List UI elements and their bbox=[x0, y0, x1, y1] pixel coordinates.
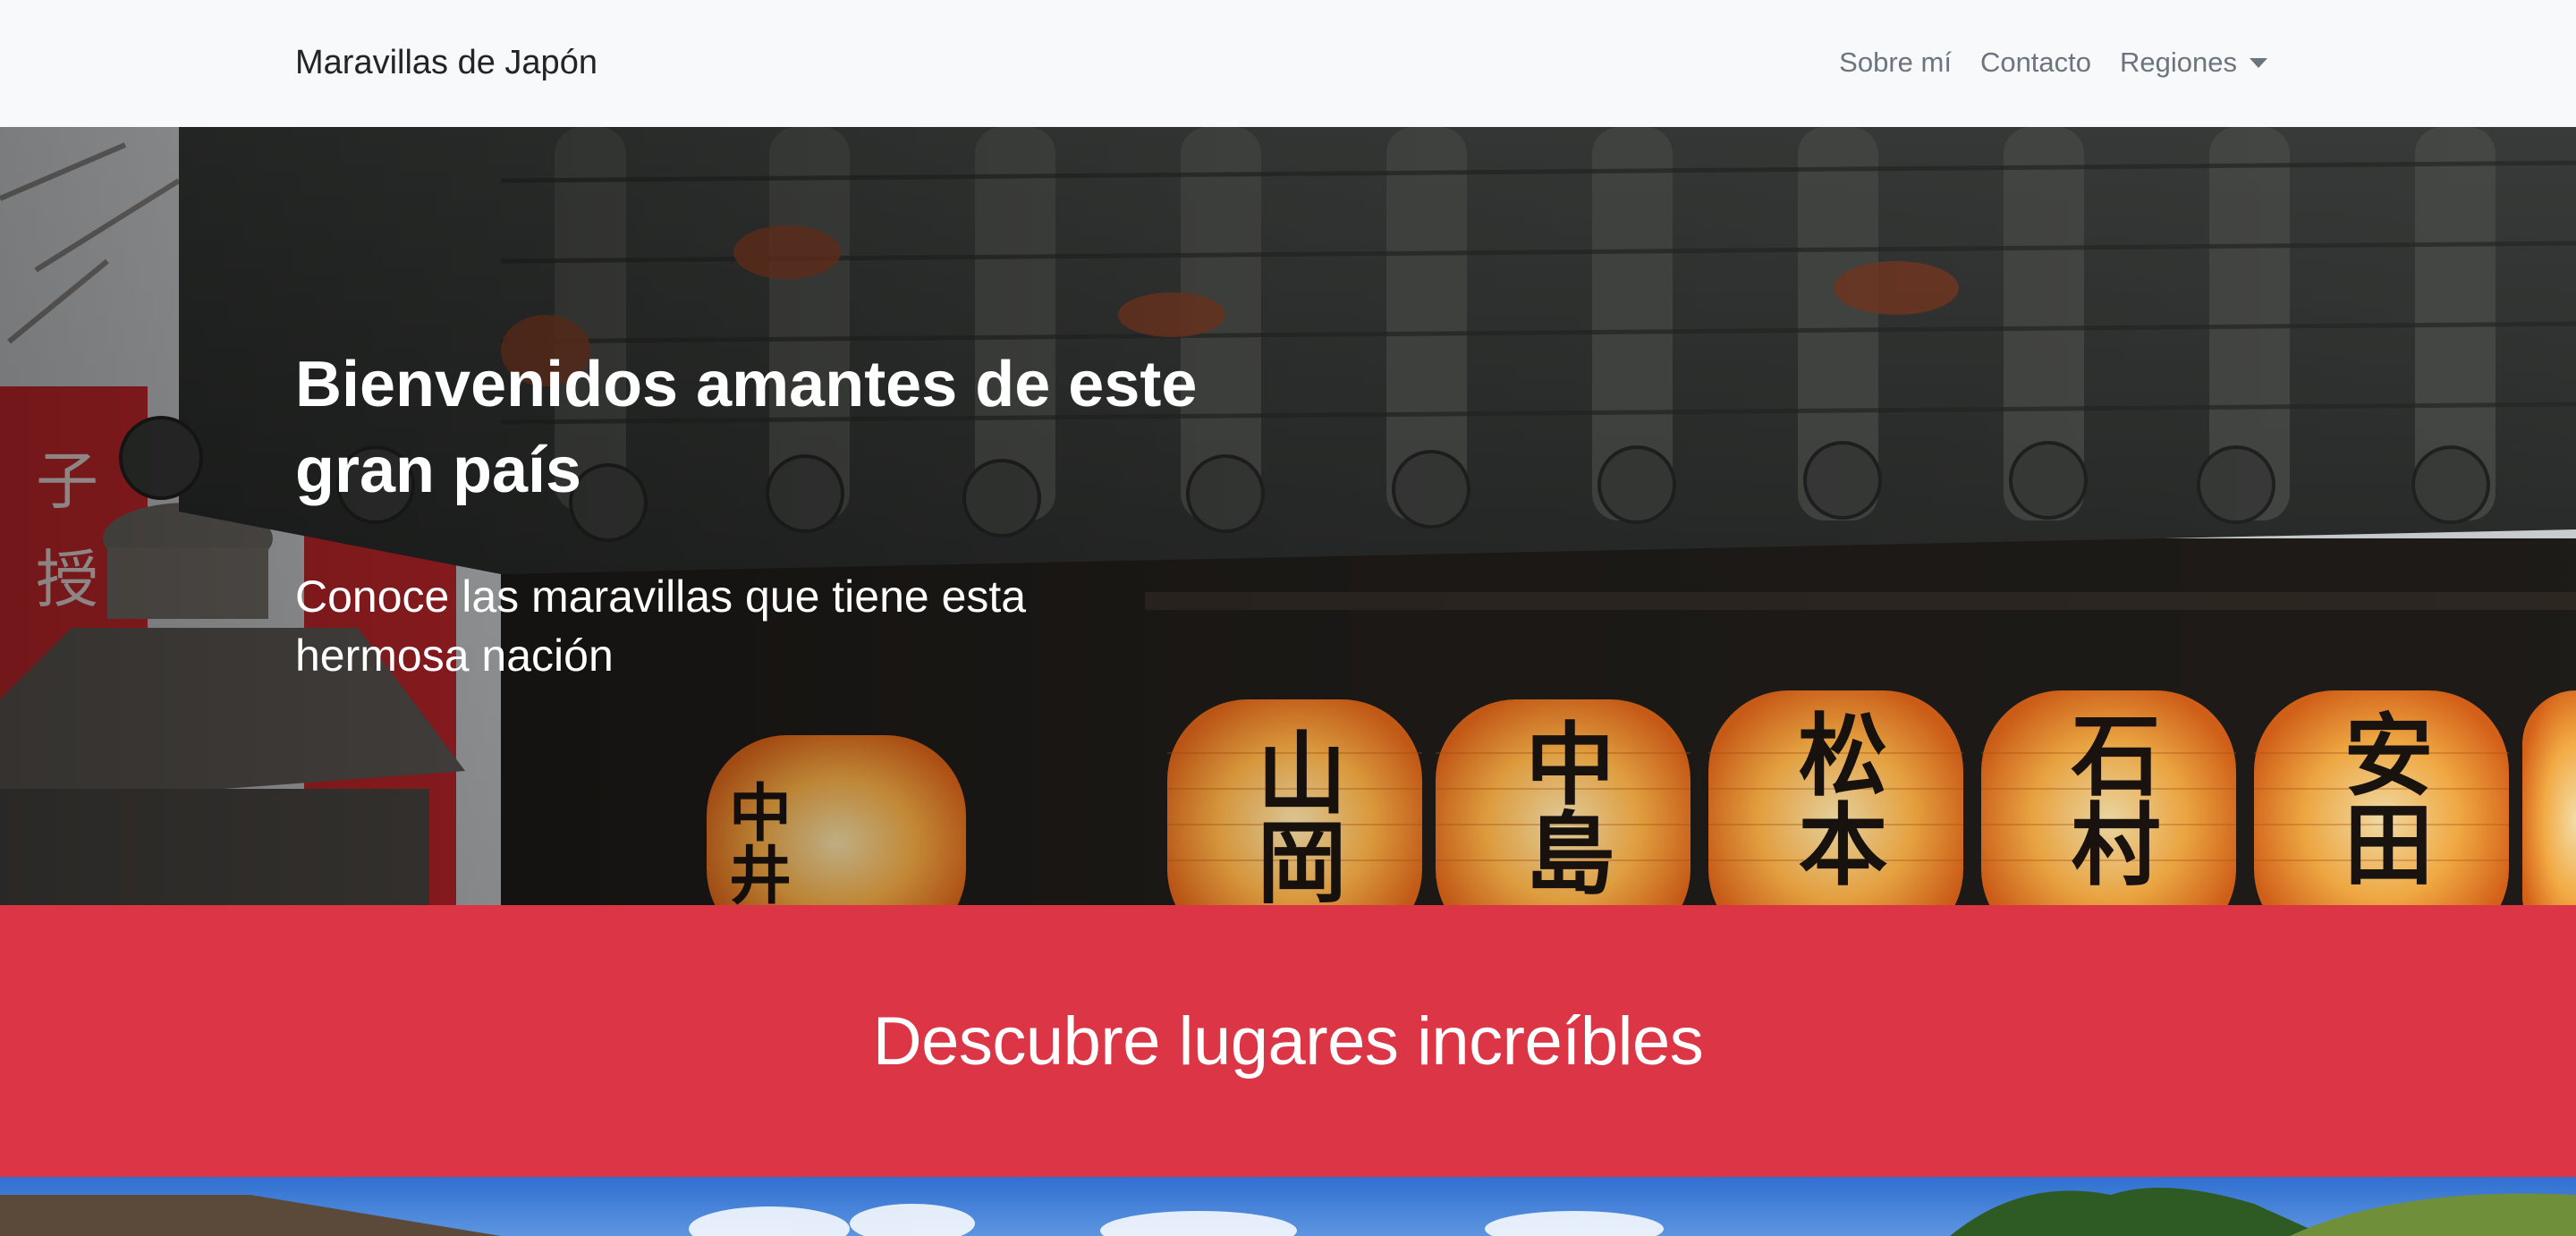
banner-title: Descubre lugares increíbles bbox=[872, 1003, 1704, 1079]
hero-subtitle: Conoce las maravillas que tiene esta her… bbox=[295, 571, 1027, 681]
hero-title: Bienvenidos amantes de este gran país bbox=[295, 349, 1198, 506]
navbar-brand[interactable]: Maravillas de Japón bbox=[295, 39, 597, 86]
landscape-image bbox=[0, 1177, 2576, 1236]
next-section-image bbox=[0, 1177, 2576, 1236]
nav-link-label: Contacto bbox=[1979, 47, 2092, 78]
nav-link-label: Sobre mí bbox=[1839, 47, 1952, 78]
nav-dropdown-regiones[interactable]: Regiones bbox=[2120, 47, 2267, 79]
nav-link-sobre-mi[interactable]: Sobre mí bbox=[1839, 47, 1952, 79]
chevron-down-icon bbox=[2250, 57, 2267, 68]
navbar: Maravillas de Japón Sobre mí Contacto Re… bbox=[0, 0, 2576, 127]
nav-link-contacto[interactable]: Contacto bbox=[1980, 47, 2091, 79]
discover-banner: Descubre lugares increíbles bbox=[0, 905, 2576, 1177]
nav-link-label: Regiones bbox=[2120, 47, 2237, 78]
nav-menu: Sobre mí Contacto Regiones bbox=[1839, 39, 2267, 86]
hero-text-block: Bienvenidos amantes de este gran país Co… bbox=[295, 342, 1324, 685]
hero-section: 子 授 bbox=[0, 127, 2576, 905]
